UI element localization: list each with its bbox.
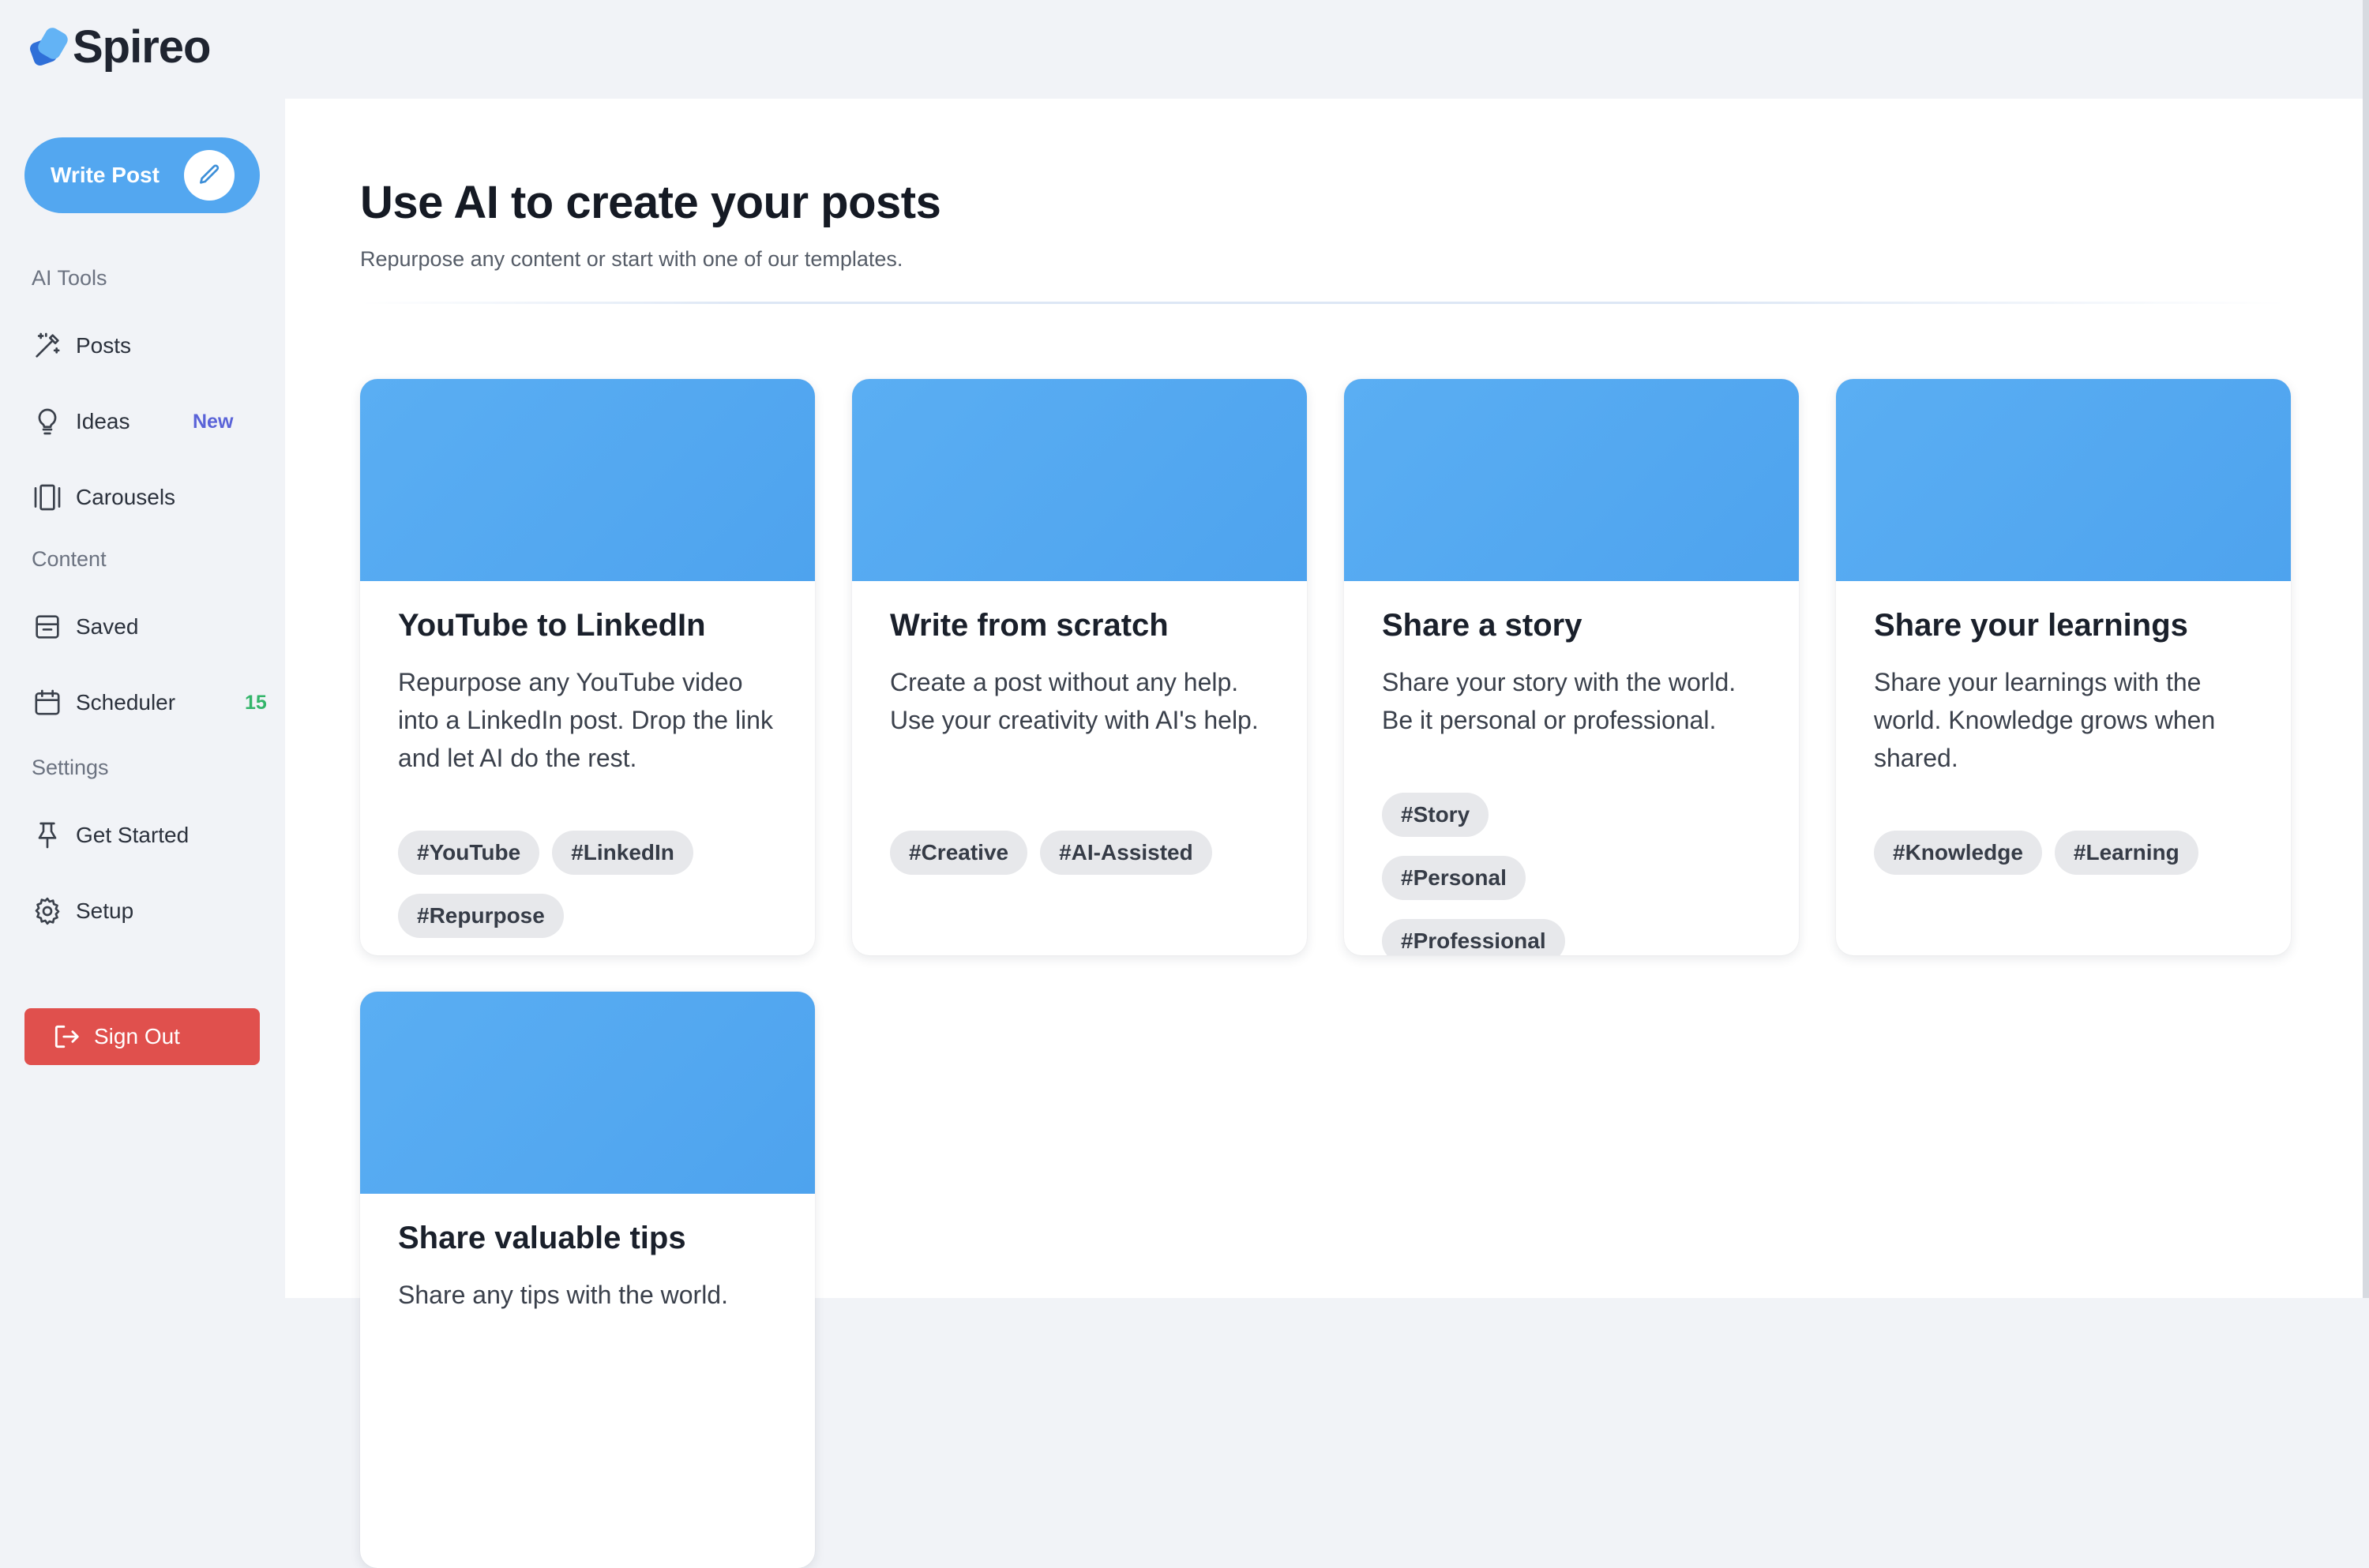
section-label-content: Content — [32, 547, 107, 571]
card-description: Repurpose any YouTube video into a Linke… — [398, 668, 773, 772]
scrollbar[interactable] — [2363, 0, 2369, 1298]
template-card-share-a-story[interactable]: Share a story Share your story with the … — [1344, 379, 1799, 955]
sidebar-item-label: Carousels — [76, 485, 176, 509]
card-banner — [360, 992, 815, 1194]
sidebar-item-scheduler[interactable]: Scheduler 15 — [32, 679, 267, 726]
sidebar-item-label: Get Started — [76, 823, 190, 847]
tag: #Repurpose — [398, 894, 564, 938]
template-card-write-from-scratch[interactable]: Write from scratch Create a post without… — [852, 379, 1307, 955]
template-card-youtube-to-linkedin[interactable]: YouTube to LinkedIn Repurpose any YouTub… — [360, 379, 815, 955]
tag: #Story — [1382, 793, 1489, 837]
magic-wand-icon — [36, 332, 60, 358]
section-label-settings: Settings — [32, 756, 109, 779]
tag: #Learning — [2054, 831, 2198, 875]
gear-icon — [35, 897, 60, 925]
template-card-share-your-learnings[interactable]: Share your learnings Share your learning… — [1836, 379, 2291, 955]
sidebar-item-setup[interactable]: Setup — [32, 887, 261, 935]
sidebar-item-label: Ideas — [76, 409, 130, 433]
section-label-ai-tools: AI Tools — [32, 266, 107, 290]
sidebar-item-carousels[interactable]: Carousels — [32, 474, 261, 521]
template-card-share-valuable-tips[interactable]: Share valuable tips Share any tips with … — [360, 992, 815, 1568]
card-tags: #YouTube #LinkedIn #Repurpose — [398, 831, 793, 938]
card-banner — [1344, 379, 1799, 581]
card-title: Share your learnings — [1874, 608, 2188, 643]
sidebar-item-label: Posts — [76, 333, 132, 358]
card-description: Share any tips with the world. — [398, 1281, 728, 1309]
divider — [360, 302, 2287, 304]
sign-out-label: Sign Out — [94, 1024, 180, 1048]
sidebar-item-label: Saved — [76, 614, 139, 639]
card-tags: #Creative #AI-Assisted — [890, 831, 1285, 875]
new-badge: New — [193, 410, 234, 433]
calendar-icon — [35, 689, 60, 715]
card-banner — [852, 379, 1307, 581]
sidebar-item-posts[interactable]: Posts — [32, 322, 261, 369]
sidebar-item-label: Scheduler — [76, 690, 176, 715]
sidebar-item-ideas[interactable]: Ideas New — [32, 398, 261, 445]
sidebar-item-label: Setup — [76, 898, 134, 923]
page-subtitle: Repurpose any content or start with one … — [360, 247, 903, 271]
sidebar-item-get-started[interactable]: Get Started — [32, 812, 261, 859]
card-title: Share a story — [1382, 608, 1582, 643]
main-content: Use AI to create your posts Repurpose an… — [285, 99, 2369, 1568]
scheduler-count-badge: 15 — [245, 691, 267, 714]
tag: #Knowledge — [1874, 831, 2042, 875]
card-title: Write from scratch — [890, 608, 1169, 643]
card-banner — [1836, 379, 2291, 581]
card-description: Share your learnings with the world. Kno… — [1874, 668, 2216, 772]
card-banner — [360, 379, 815, 581]
card-tags: #Story #Personal #Professional — [1382, 793, 1635, 955]
tag: #Professional — [1382, 919, 1565, 955]
tag: #Personal — [1382, 856, 1526, 900]
write-post-button[interactable]: Write Post — [24, 137, 260, 213]
sign-out-icon — [54, 1025, 79, 1048]
lightbulb-icon — [38, 408, 57, 435]
carousel-icon — [34, 484, 61, 511]
sidebar-item-saved[interactable]: Saved — [32, 603, 261, 651]
tag: #YouTube — [398, 831, 540, 875]
card-description: Create a post without any help. Use your… — [890, 668, 1259, 734]
tag: #Creative — [890, 831, 1028, 875]
pencil-icon — [184, 150, 235, 201]
archive-icon — [36, 615, 59, 639]
card-title: Share valuable tips — [398, 1221, 686, 1255]
sidebar: Write Post AI Tools Posts Ideas New Caro… — [0, 0, 285, 1298]
pin-icon — [38, 822, 57, 849]
tag: #LinkedIn — [552, 831, 693, 875]
tag: #AI-Assisted — [1040, 831, 1212, 875]
card-title: YouTube to LinkedIn — [398, 608, 706, 643]
card-description: Share your story with the world. Be it p… — [1382, 668, 1736, 734]
page-title: Use AI to create your posts — [360, 177, 941, 228]
card-tags: #Knowledge #Learning — [1874, 831, 2269, 875]
write-post-label: Write Post — [51, 163, 160, 187]
sign-out-button[interactable]: Sign Out — [24, 1008, 260, 1065]
